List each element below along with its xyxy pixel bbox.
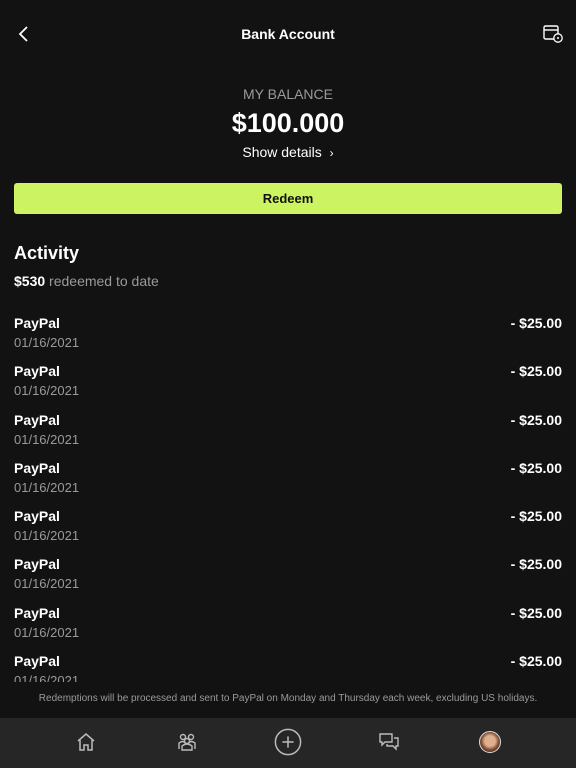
item-date: 01/16/2021 xyxy=(14,479,80,495)
item-amount: - $25.00 xyxy=(510,508,562,525)
show-details-link[interactable]: Show details › xyxy=(0,144,576,160)
item-date: 01/16/2021 xyxy=(14,431,80,447)
item-name: PayPal xyxy=(14,556,60,573)
balance-label: MY BALANCE xyxy=(243,86,333,102)
item-date: 01/16/2021 xyxy=(14,335,80,350)
item-name: PayPal xyxy=(14,653,60,670)
header: Bank Account xyxy=(0,0,576,68)
redeemed-suffix: redeemed to date xyxy=(49,273,159,289)
nav-home[interactable] xyxy=(72,728,100,756)
show-details-label: Show details xyxy=(242,144,322,160)
item-name: PayPal xyxy=(14,363,60,380)
community-icon xyxy=(178,733,196,751)
redeemed-to-date: $530 redeemed to date xyxy=(14,273,159,289)
item-name: PayPal xyxy=(14,508,60,525)
item-name: PayPal xyxy=(14,459,60,476)
list-item[interactable]: PayPal 01/16/2021 - $25.00 xyxy=(0,505,576,553)
activity-title: Activity xyxy=(14,243,80,263)
item-date: 01/16/2021 xyxy=(14,383,80,399)
nav-chat[interactable] xyxy=(375,728,403,756)
item-amount: - $25.00 xyxy=(510,653,562,670)
chevron-right-icon: › xyxy=(329,146,334,160)
nav-community[interactable] xyxy=(173,728,201,756)
nav-profile[interactable] xyxy=(476,728,504,756)
activity-list[interactable]: PayPal 01/16/2021 - $25.00 PayPal 01/16/2021… xyxy=(0,312,576,682)
item-amount: - $25.00 xyxy=(510,556,562,573)
item-date: 01/16/2021 xyxy=(14,528,80,544)
list-item[interactable]: PayPal 01/16/2021 - $25.00 xyxy=(0,553,576,601)
item-name: PayPal xyxy=(14,315,60,331)
avatar xyxy=(479,731,501,753)
redeemed-total: $530 xyxy=(14,273,46,289)
list-item[interactable]: PayPal 01/16/2021 - $25.00 xyxy=(0,457,576,505)
item-amount: - $25.00 xyxy=(510,604,562,621)
list-item[interactable]: PayPal 01/16/2021 - $25.00 xyxy=(0,312,576,360)
item-name: PayPal xyxy=(14,604,60,621)
item-name: PayPal xyxy=(14,411,60,428)
item-amount: - $25.00 xyxy=(510,363,562,380)
redeem-button[interactable]: Redeem xyxy=(14,183,562,214)
bottom-nav xyxy=(0,718,576,768)
item-date: 01/16/2021 xyxy=(14,673,80,682)
calendar-clock-icon[interactable] xyxy=(542,24,564,44)
redemption-note: Redemptions will be processed and sent t… xyxy=(38,693,538,704)
list-item[interactable]: PayPal 01/16/2021 - $25.00 xyxy=(0,650,576,682)
list-item[interactable]: PayPal 01/16/2021 - $25.00 xyxy=(0,602,576,650)
add-icon xyxy=(274,728,302,756)
home-icon xyxy=(77,733,95,751)
list-item[interactable]: PayPal 01/16/2021 - $25.00 xyxy=(0,360,576,408)
list-item[interactable]: PayPal 01/16/2021 - $25.00 xyxy=(0,409,576,457)
item-date: 01/16/2021 xyxy=(14,576,80,592)
balance-amount: $100.000 xyxy=(231,108,345,138)
page-title: Bank Account xyxy=(241,26,335,42)
item-date: 01/16/2021 xyxy=(14,624,80,640)
nav-add[interactable] xyxy=(274,728,302,756)
item-amount: - $25.00 xyxy=(510,411,562,428)
chat-icon xyxy=(379,733,399,751)
item-amount: - $25.00 xyxy=(510,315,562,331)
item-amount: - $25.00 xyxy=(510,459,562,476)
